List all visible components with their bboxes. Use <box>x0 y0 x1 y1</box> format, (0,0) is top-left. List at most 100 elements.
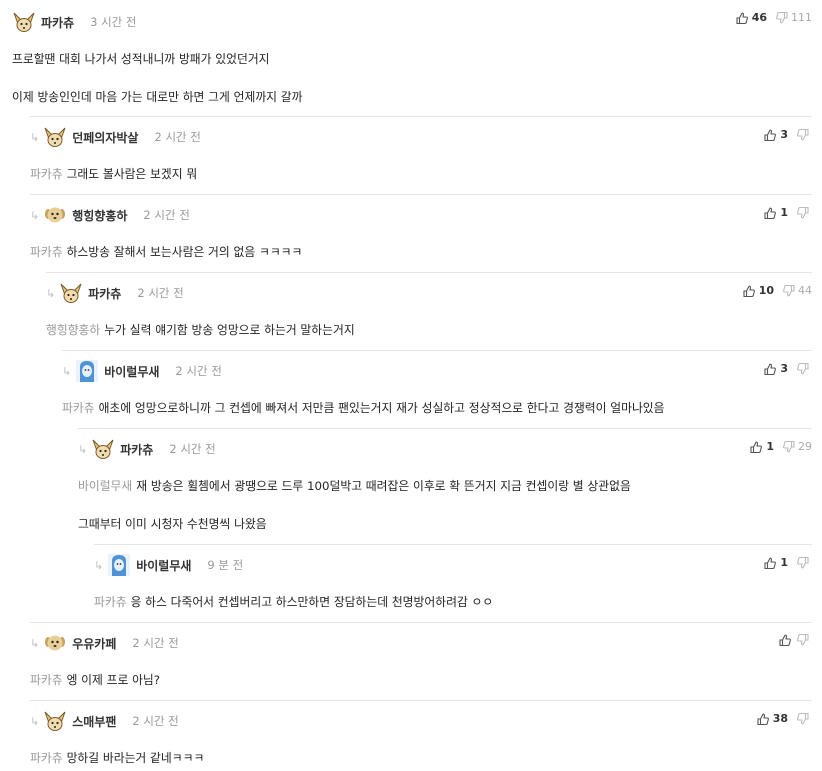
thumbs-up-icon[interactable] <box>764 363 777 375</box>
comment-text-content: 그래도 볼사람은 보겠지 뭐 <box>66 167 198 181</box>
vote-controls: 1 <box>764 556 812 569</box>
comment-item: ↳ 바이럴무새 9 분 전 1 파카츄 응 하스 다죽어서 컨셉버리고 하스만하면 장담하… <box>94 544 812 615</box>
mentioned-user[interactable]: 파카츄 <box>30 245 63 259</box>
upvote-count: 46 <box>751 11 767 24</box>
thumbs-up-icon[interactable] <box>750 441 763 453</box>
vote-controls: 10 44 <box>743 284 812 297</box>
reply-arrow-icon: ↳ <box>30 130 40 144</box>
author-nickname[interactable]: 던페의자박살 <box>72 129 138 146</box>
comment-text-content: 누가 실력 얘기함 방송 엉망으로 하는거 말하는거지 <box>104 323 355 337</box>
comment-time: 2 시간 전 <box>154 130 201 144</box>
thumbs-down-icon[interactable] <box>797 556 809 569</box>
vote-controls: 1 29 <box>750 440 812 453</box>
comment-text: 그때부터 이미 시청자 수천명씩 나왔음 <box>78 515 812 532</box>
mentioned-user[interactable]: 파카츄 <box>94 595 127 609</box>
comment-text: 행힝향홍하 누가 실력 얘기함 방송 엉망으로 하는거 말하는거지 <box>46 321 812 338</box>
comment-item: ↳ 던페의자박살 2 시간 전 3 파카츄 그래도 볼사람은 보겠지 뭐 <box>30 116 812 187</box>
thumbs-down-icon[interactable] <box>783 440 795 453</box>
vote-controls: 3 <box>764 362 812 375</box>
author-nickname[interactable]: 파카츄 <box>120 441 153 458</box>
comment-header: ↳ 바이럴무새 9 분 전 <box>94 553 243 577</box>
thumbs-down-icon[interactable] <box>797 128 809 141</box>
comment-time: 9 분 전 <box>207 558 244 572</box>
comment-thread: { "comments": [ { "nickname": "파카츄", "ti… <box>0 0 822 768</box>
reply-arrow-icon: ↳ <box>78 442 88 456</box>
comment-text: 이제 방송인인데 마음 가는 대로만 하면 그게 언제까지 갈까 <box>12 88 812 105</box>
comment-time: 3 시간 전 <box>90 15 137 29</box>
thumbs-up-icon[interactable] <box>757 713 769 725</box>
comment-item: ↳ 바이럴무새 2 시간 전 3 파카츄 애초에 엉망으로하니까 그 컨셉에 빠져서 저만… <box>62 350 812 421</box>
thumbs-up-icon[interactable] <box>743 285 755 297</box>
author-nickname[interactable]: 우유카페 <box>72 635 116 652</box>
comment-text: 프로할땐 대회 나가서 성적내니까 방패가 있었던거지 <box>12 50 812 67</box>
comment-time: 2 시간 전 <box>132 714 179 728</box>
reply-arrow-icon: ↳ <box>94 558 104 572</box>
author-nickname[interactable]: 바이럴무새 <box>104 363 159 380</box>
comment-text: 파카츄 망하길 바라는거 같네ㅋㅋㅋ <box>30 749 812 766</box>
comment-time: 2 시간 전 <box>132 636 179 650</box>
comment-text: 파카츄 애초에 엉망으로하니까 그 컨셉에 빠져서 저만큼 팬있는거지 재가 성실… <box>62 399 812 416</box>
mentioned-user[interactable]: 파카츄 <box>62 401 95 415</box>
puppy-avatar[interactable] <box>43 203 67 227</box>
upvote-count: 3 <box>780 128 788 141</box>
comment-text-content: 망하길 바라는거 같네ㅋㅋㅋ <box>66 751 205 765</box>
mentioned-user[interactable]: 파카츄 <box>30 167 63 181</box>
comment-text-content: 그때부터 이미 시청자 수천명씩 나왔음 <box>78 517 267 531</box>
comment-text-content: 하스방송 잘해서 보는사람은 거의 없음 ㅋㅋㅋㅋ <box>66 245 303 259</box>
comment-header: ↳ 바이럴무새 2 시간 전 <box>62 359 222 383</box>
fennec-fox-avatar[interactable] <box>59 281 83 305</box>
puppy-avatar[interactable] <box>43 631 67 655</box>
mentioned-user[interactable]: 바이럴무새 <box>78 479 132 493</box>
comment-header: ↳ 스매부팬 2 시간 전 <box>30 709 179 733</box>
vote-controls: 3 <box>764 128 812 141</box>
comment-text-content: 이제 방송인인데 마음 가는 대로만 하면 그게 언제까지 갈까 <box>12 90 303 104</box>
vote-controls: 38 <box>757 712 812 725</box>
upvote-count: 1 <box>780 556 788 569</box>
thumbs-down-icon[interactable] <box>797 634 809 646</box>
thumbs-up-icon[interactable] <box>736 12 748 24</box>
comment-text: 바이럴무새 재 방송은 휠쳄에서 광땡으로 드루 100덜박고 때려잡은 이후로 … <box>78 477 812 494</box>
thumbs-up-icon[interactable] <box>779 634 791 646</box>
comment-time: 2 시간 전 <box>169 442 216 456</box>
blue-character-avatar[interactable] <box>107 553 131 577</box>
thumbs-down-icon[interactable] <box>797 206 809 219</box>
thumbs-down-icon[interactable] <box>797 362 809 375</box>
thumbs-down-icon[interactable] <box>797 712 809 725</box>
thumbs-down-icon[interactable] <box>783 284 795 297</box>
thumbs-up-icon[interactable] <box>764 557 777 569</box>
comment-item: ↳ 파카츄 2 시간 전 1 29 바이럴무새 재 방송은 휠쳄에서 광땡으로 드루 100… <box>78 428 812 537</box>
thumbs-up-icon[interactable] <box>764 129 777 141</box>
author-nickname[interactable]: 스매부팬 <box>72 713 116 730</box>
author-nickname[interactable]: 행힝향홍하 <box>72 207 127 224</box>
mentioned-user[interactable]: 파카츄 <box>30 673 63 687</box>
reply-arrow-icon: ↳ <box>30 208 40 222</box>
blue-character-avatar[interactable] <box>75 359 99 383</box>
thumbs-down-icon[interactable] <box>776 11 788 24</box>
comment-time: 2 시간 전 <box>143 208 190 222</box>
comment-text-content: 프로할땐 대회 나가서 성적내니까 방패가 있었던거지 <box>12 52 270 66</box>
comment-item: ↳ 파카츄 2 시간 전 10 44 행힝향홍하 누가 실력 얘기함 방송 엉망으로 하는거… <box>46 272 812 343</box>
upvote-count: 1 <box>780 206 788 219</box>
fennec-fox-avatar[interactable] <box>12 10 36 34</box>
fennec-fox-avatar[interactable] <box>91 437 115 461</box>
author-nickname[interactable]: 바이럴무새 <box>136 557 191 574</box>
comment-text-content: 엥 이제 프로 아님? <box>66 673 161 687</box>
comment-text: 파카츄 응 하스 다죽어서 컨셉버리고 하스만하면 장담하는데 천명방어하려감 ㅇ… <box>94 593 812 610</box>
comment-item: ↳ 우유카페 2 시간 전 파카츄 엥 이제 프로 아님? <box>30 622 812 693</box>
thumbs-up-icon[interactable] <box>764 207 777 219</box>
comment-header: ↳ 파카츄 2 시간 전 <box>46 281 184 305</box>
author-nickname[interactable]: 파카츄 <box>88 285 121 302</box>
upvote-count: 38 <box>772 712 788 725</box>
comment-header: ↳ 우유카페 2 시간 전 <box>30 631 179 655</box>
fennec-fox-avatar[interactable] <box>43 709 67 733</box>
mentioned-user[interactable]: 파카츄 <box>30 751 63 765</box>
reply-arrow-icon: ↳ <box>62 364 72 378</box>
comment-item: ↳ 행힝향홍하 2 시간 전 1 파카츄 하스방송 잘해서 보는사람은 거의 없음 ㅋㅋㅋ… <box>30 194 812 265</box>
author-nickname[interactable]: 파카츄 <box>41 14 74 31</box>
comment-item: ↳ 스매부팬 2 시간 전 38 파카츄 망하길 바라는거 같네ㅋㅋㅋ <box>30 700 812 771</box>
comment-header: ↳ 파카츄 2 시간 전 <box>78 437 216 461</box>
upvote-count: 10 <box>758 284 774 297</box>
mentioned-user[interactable]: 행힝향홍하 <box>46 323 100 337</box>
comment-text-content: 응 하스 다죽어서 컨셉버리고 하스만하면 장담하는데 천명방어하려감 ㅇㅇ <box>130 595 494 609</box>
fennec-fox-avatar[interactable] <box>43 125 67 149</box>
